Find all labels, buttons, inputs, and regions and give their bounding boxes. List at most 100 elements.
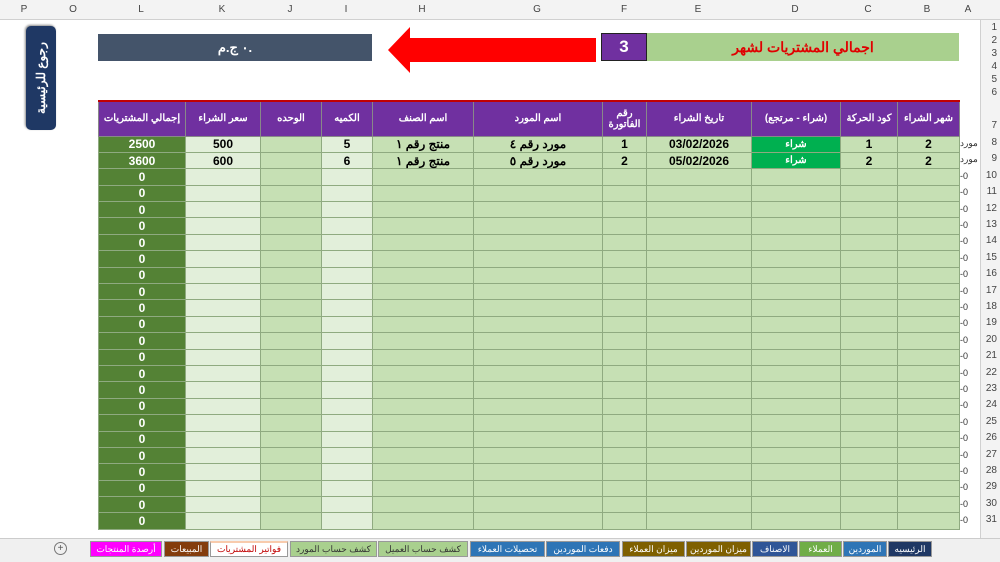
table-cell[interactable] <box>602 233 647 252</box>
table-cell[interactable] <box>897 299 960 317</box>
table-cell[interactable] <box>372 446 474 465</box>
table-cell[interactable] <box>473 463 603 481</box>
row-number[interactable]: 31 <box>986 514 997 525</box>
table-cell[interactable] <box>751 381 841 399</box>
table-cell[interactable] <box>321 381 373 399</box>
table-cell[interactable] <box>602 397 647 416</box>
table-cell[interactable] <box>751 364 841 383</box>
table-cell[interactable] <box>260 446 322 465</box>
table-cell[interactable] <box>840 299 898 317</box>
table-cell[interactable] <box>602 446 647 465</box>
table-cell[interactable]: 0 <box>98 250 186 268</box>
table-cell[interactable] <box>321 496 373 514</box>
table-cell[interactable] <box>260 463 322 481</box>
table-cell[interactable] <box>260 512 322 530</box>
table-cell[interactable] <box>602 414 647 432</box>
table-cell[interactable] <box>751 233 841 252</box>
table-cell[interactable] <box>646 299 752 317</box>
column-a-cell[interactable]: -0 <box>960 417 968 427</box>
table-cell[interactable] <box>646 479 752 498</box>
table-cell[interactable] <box>840 233 898 252</box>
column-letter[interactable]: I <box>345 4 348 15</box>
row-number[interactable]: 25 <box>986 416 997 427</box>
column-a-cell[interactable]: -0 <box>960 302 968 312</box>
sheet-tab[interactable]: أرصدة المنتجات <box>90 541 162 557</box>
table-cell[interactable] <box>751 283 841 301</box>
table-cell[interactable] <box>372 512 474 530</box>
table-cell[interactable] <box>185 414 261 432</box>
table-cell[interactable] <box>473 299 603 317</box>
table-cell[interactable] <box>473 283 603 301</box>
table-cell[interactable] <box>473 381 603 399</box>
table-cell[interactable] <box>321 201 373 219</box>
column-letter[interactable]: J <box>288 4 293 15</box>
column-letter[interactable]: L <box>138 4 144 15</box>
table-cell[interactable] <box>646 266 752 285</box>
table-cell[interactable] <box>751 463 841 481</box>
table-cell[interactable] <box>751 332 841 350</box>
table-cell[interactable] <box>646 446 752 465</box>
table-cell[interactable]: شراء <box>751 151 841 170</box>
table-cell[interactable] <box>840 463 898 481</box>
table-cell[interactable]: مورد رقم ٤ <box>473 135 603 153</box>
table-cell[interactable] <box>840 397 898 416</box>
table-cell[interactable] <box>372 299 474 317</box>
table-cell[interactable]: منتج رقم ١ <box>372 151 474 170</box>
table-cell[interactable] <box>840 381 898 399</box>
table-cell[interactable] <box>840 184 898 203</box>
row-number[interactable]: 2 <box>991 35 997 46</box>
column-a-cell[interactable]: -0 <box>960 368 968 378</box>
table-cell[interactable]: 0 <box>98 414 186 432</box>
table-cell[interactable] <box>646 201 752 219</box>
sheet-tab[interactable]: العملاء <box>799 541 842 557</box>
table-cell[interactable]: 0 <box>98 512 186 530</box>
sheet-tab[interactable]: كشف حساب المورد <box>290 541 377 557</box>
row-number[interactable]: 20 <box>986 334 997 345</box>
table-cell[interactable] <box>260 168 322 186</box>
table-cell[interactable] <box>321 430 373 448</box>
row-number[interactable]: 26 <box>986 432 997 443</box>
table-cell[interactable] <box>260 397 322 416</box>
table-cell[interactable] <box>897 381 960 399</box>
table-cell[interactable] <box>260 250 322 268</box>
table-cell[interactable] <box>897 364 960 383</box>
table-cell[interactable] <box>646 397 752 416</box>
table-cell[interactable] <box>372 266 474 285</box>
table-cell[interactable] <box>185 348 261 366</box>
row-number[interactable]: 12 <box>986 203 997 214</box>
table-cell[interactable] <box>646 364 752 383</box>
table-cell[interactable] <box>840 430 898 448</box>
table-cell[interactable] <box>185 381 261 399</box>
table-cell[interactable]: شراء <box>751 135 841 153</box>
table-cell[interactable]: 2 <box>840 151 898 170</box>
table-cell[interactable] <box>260 315 322 334</box>
table-cell[interactable] <box>321 397 373 416</box>
table-cell[interactable] <box>372 364 474 383</box>
table-cell[interactable] <box>602 463 647 481</box>
table-cell[interactable]: 0 <box>98 463 186 481</box>
table-cell[interactable] <box>473 397 603 416</box>
table-cell[interactable] <box>321 217 373 235</box>
row-number[interactable]: 21 <box>986 350 997 361</box>
table-cell[interactable] <box>897 315 960 334</box>
table-cell[interactable] <box>473 233 603 252</box>
row-number[interactable]: 27 <box>986 449 997 460</box>
table-cell[interactable] <box>840 446 898 465</box>
table-cell[interactable] <box>372 414 474 432</box>
row-number[interactable]: 10 <box>986 170 997 181</box>
column-letter[interactable]: K <box>219 4 226 15</box>
table-cell[interactable] <box>897 233 960 252</box>
table-cell[interactable]: 1 <box>602 135 647 153</box>
row-number[interactable]: 1 <box>991 22 997 33</box>
table-cell[interactable] <box>602 168 647 186</box>
table-cell[interactable]: 600 <box>185 151 261 170</box>
sheet-tab[interactable]: دفعات الموردين <box>546 541 620 557</box>
table-cell[interactable] <box>185 233 261 252</box>
table-cell[interactable]: 0 <box>98 348 186 366</box>
table-cell[interactable] <box>840 348 898 366</box>
table-cell[interactable] <box>321 446 373 465</box>
table-cell[interactable] <box>897 512 960 530</box>
table-cell[interactable] <box>602 512 647 530</box>
column-a-cell[interactable]: -0 <box>960 450 968 460</box>
sheet-tab[interactable]: الموردين <box>843 541 887 557</box>
